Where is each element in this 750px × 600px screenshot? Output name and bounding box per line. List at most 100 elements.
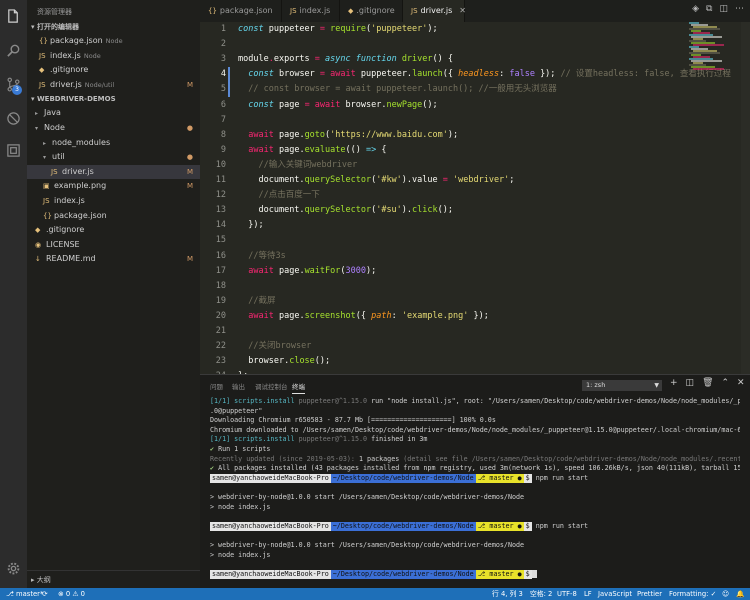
open-editor-item[interactable]: ◆ .gitignore <box>27 63 200 78</box>
tree-item[interactable]: ▾ util ● <box>27 150 200 165</box>
debug-icon[interactable] <box>5 110 22 127</box>
tab-packagejson[interactable]: {} package.json <box>200 0 282 22</box>
encoding[interactable]: UTF-8 <box>557 588 577 600</box>
terminal-select[interactable]: 1: zsh ▼ <box>582 380 662 391</box>
indentation[interactable]: 空格: 2 <box>530 588 552 600</box>
split-editor-icon[interactable]: ◫ <box>719 4 728 14</box>
open-editor-item[interactable]: JS index.js Node <box>27 49 200 64</box>
code-token: require <box>330 24 366 34</box>
feedback-icon[interactable]: ☺ <box>722 588 729 600</box>
sync-icon[interactable]: ⟳ <box>42 588 48 600</box>
search-icon[interactable] <box>5 42 22 59</box>
cursor-position[interactable]: 行 4, 列 3 <box>492 588 523 600</box>
code-token: '#kw' <box>376 175 402 185</box>
panel-tab[interactable]: 输出 <box>232 381 245 391</box>
close-panel-icon[interactable]: ✕ <box>737 378 745 388</box>
code-editor[interactable]: 1 const puppeteer = require('puppeteer');… <box>200 22 750 381</box>
code-line: 11 document.querySelector('#kw').value =… <box>200 173 690 188</box>
tree-item[interactable]: ↓ README.md M <box>27 252 200 267</box>
open-editor-name: driver.js <box>50 79 82 89</box>
terminal-line: .0@puppeteer" <box>210 407 740 417</box>
maximize-panel-icon[interactable]: ⌃ <box>722 378 730 388</box>
panel-tab[interactable]: 问题 <box>210 381 223 391</box>
minimap[interactable] <box>686 22 746 72</box>
tree-item[interactable]: JS driver.js M <box>27 164 200 180</box>
explorer-sidebar: 资源管理器 ▾ 打开的编辑器 {} package.json Node JS index… <box>27 0 200 588</box>
close-icon[interactable]: ✕ <box>459 6 466 15</box>
tab-driverjs[interactable]: JS driver.js ✕ <box>403 0 466 22</box>
problems-indicator[interactable]: ⊗ 0 ⚠ 0 <box>58 588 85 600</box>
new-terminal-icon[interactable]: + <box>670 378 678 388</box>
terminal-token: Run 1 scripts <box>218 444 271 453</box>
formatting-status[interactable]: Formatting: ✓ <box>669 588 716 600</box>
file-type-icon: ◉ <box>35 240 42 249</box>
code-token: = <box>314 54 326 65</box>
code-token: await <box>248 265 279 276</box>
terminal-token: > webdriver-by-node@1.0.0 start /Users/s… <box>210 492 525 501</box>
file-type-icon: JS <box>43 196 50 205</box>
terminal-token: [1/1] scripts.install <box>210 435 299 444</box>
editor-scrollbar[interactable] <box>741 22 750 374</box>
more-actions-icon[interactable]: ⋯ <box>735 4 744 14</box>
panel-tab[interactable]: 调试控制台 <box>255 381 288 391</box>
terminal-output[interactable]: [1/1] scripts.install puppeteer@^1.15.0 … <box>210 397 740 580</box>
terminal-token: Recently updated (since 2019-05-03): <box>210 454 359 463</box>
tab-gitignore[interactable]: ◆ .gitignore <box>340 0 403 22</box>
tree-item[interactable]: ◉ LICENSE <box>27 238 200 253</box>
code-token: close <box>289 356 315 367</box>
code-token: (); <box>314 356 331 367</box>
code-text: module.exports = async function driver()… <box>238 52 453 67</box>
chevron-icon: ▾ <box>35 124 39 132</box>
prettier-status[interactable]: Prettier <box>637 588 662 600</box>
code-line: 23 browser.close(); <box>200 354 690 369</box>
line-number: 3 <box>220 54 226 65</box>
tab-indexjs[interactable]: JS index.js <box>282 0 340 22</box>
open-editor-item[interactable]: {} package.json Node <box>27 34 200 49</box>
code-line: 12 //点击百度一下 <box>200 188 690 203</box>
tree-item[interactable]: ▸ Java <box>27 106 200 121</box>
tree-item[interactable]: JS index.js <box>27 194 200 209</box>
extensions-icon[interactable] <box>5 142 22 159</box>
notifications-icon[interactable]: 🔔 <box>736 588 744 600</box>
tree-item[interactable]: ▣ example.png M <box>27 179 200 194</box>
panel-tabs: 问题 输出 调试控制台 终端 <box>200 375 750 395</box>
open-changes-icon[interactable]: ◈ <box>692 4 699 14</box>
open-editors-title: 打开的编辑器 <box>36 23 79 31</box>
tree-item[interactable]: ▾ Node ● <box>27 121 200 136</box>
tree-item[interactable]: {} package.json <box>27 209 200 224</box>
tree-item[interactable]: ▸ node_modules <box>27 136 200 151</box>
tree-item-name: node_modules <box>52 137 111 147</box>
open-editors-header[interactable]: ▾ 打开的编辑器 <box>27 20 200 34</box>
open-editor-name: index.js <box>50 50 81 60</box>
tree-item[interactable]: ◆ .gitignore <box>27 223 200 238</box>
code-token: browser <box>278 69 320 80</box>
settings-gear-icon[interactable] <box>5 560 22 577</box>
workspace-header[interactable]: ▾ WEBDRIVER-DEMOS <box>27 92 200 106</box>
file-tree: ▸ Java ▾ Node ● ▸ node_modules ▾ util ● JS driver.j… <box>27 106 200 267</box>
explorer-icon[interactable] <box>5 8 22 25</box>
code-line: 5 // const browser = await puppeteer.lau… <box>200 82 690 98</box>
split-terminal-icon[interactable]: ◫ <box>686 378 695 388</box>
code-token: const <box>238 24 269 34</box>
outline-header[interactable]: ▸ 大纲 <box>27 570 200 588</box>
terminal-token: (detail see file /Users/samen/Desktop/co… <box>403 454 740 463</box>
code-token: () { <box>432 54 454 65</box>
code-token: { <box>381 144 387 155</box>
panel-tab[interactable]: 终端 <box>292 381 305 394</box>
code-text: //截屏 <box>238 294 275 309</box>
open-editor-item[interactable]: JS driver.js Node/util M <box>27 78 200 93</box>
language-mode[interactable]: JavaScript <box>598 588 632 600</box>
compare-icon[interactable]: ⧉ <box>706 4 712 14</box>
terminal-line: Downloading Chromium r650583 - 87.7 Mb [… <box>210 416 740 426</box>
branch-indicator[interactable]: ⎇ master* <box>6 588 43 600</box>
kill-terminal-icon[interactable]: 🗑 <box>702 378 713 388</box>
terminal-line: ✔ Run 1 scripts <box>210 445 740 455</box>
file-type-icon: {} <box>208 7 217 15</box>
code-token: }); <box>540 69 561 80</box>
code-token: await <box>248 129 279 140</box>
line-ending[interactable]: LF <box>584 588 592 600</box>
